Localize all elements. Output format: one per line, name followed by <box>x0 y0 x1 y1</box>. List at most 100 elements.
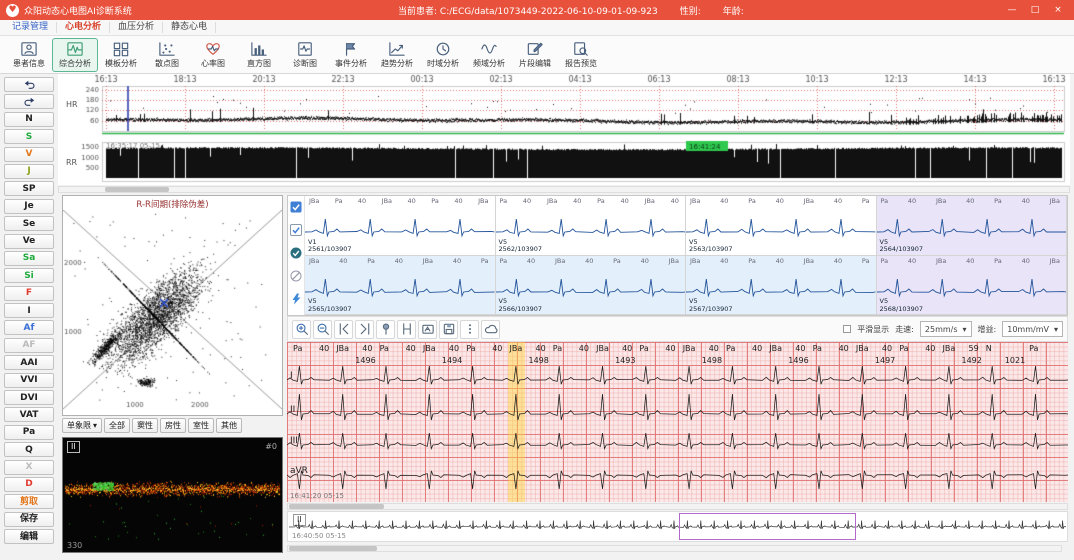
template-cell[interactable]: JBa40Pa40JBa40PaV52565/103907 <box>305 256 496 316</box>
tool-histogram[interactable]: 直方图 <box>236 38 282 72</box>
tool-freq-domain[interactable]: 频域分析 <box>466 38 512 72</box>
tool-template[interactable]: 模板分析 <box>98 38 144 72</box>
template-annotations: JBa40Pa40JBa40Pa <box>686 256 876 265</box>
beat-type-button-Se[interactable]: Se <box>4 216 54 231</box>
event-icon <box>342 41 360 57</box>
zoom-out-button[interactable] <box>313 320 332 339</box>
beat-type-button-S[interactable]: S <box>4 129 54 144</box>
tool-scatter[interactable]: 散点图 <box>144 38 190 72</box>
beat-type-button-SP[interactable]: SP <box>4 181 54 196</box>
beat-type-button-J[interactable]: J <box>4 164 54 179</box>
close-button[interactable]: × <box>1048 3 1068 17</box>
template-tool-circle-check[interactable] <box>290 247 302 262</box>
color-spectrogram[interactable] <box>63 438 282 552</box>
tool-diagnosis[interactable]: 诊断图 <box>282 38 328 72</box>
save-button[interactable] <box>439 320 458 339</box>
template-cell[interactable]: Pa40JBa40Pa40JBaV52568/103907 <box>877 256 1068 316</box>
speed-select[interactable]: 25mm/s ▾ <box>920 321 972 337</box>
filter-button-窦性[interactable]: 窦性 <box>132 418 158 433</box>
beat-type-button-Si[interactable]: Si <box>4 268 54 283</box>
beat-type-button-X[interactable]: X <box>4 460 54 475</box>
template-tool-checkbox[interactable] <box>290 224 302 239</box>
top-charts-scrollbar[interactable] <box>58 186 1070 193</box>
beat-type-button-Sa[interactable]: Sa <box>4 251 54 266</box>
beat-type-button-编辑[interactable]: 编辑 <box>4 529 54 544</box>
tool-report-preview[interactable]: 报告预览 <box>558 38 604 72</box>
tool-comprehensive[interactable]: 综合分析 <box>52 38 98 72</box>
quadrant-select[interactable]: 单象限▾ <box>62 418 102 433</box>
beat-type-button-剪取[interactable]: 剪取 <box>4 494 54 509</box>
smooth-display-checkbox[interactable] <box>843 325 851 333</box>
menu-tab-记录管理[interactable]: 记录管理 <box>4 22 57 33</box>
beat-type-button-I[interactable]: I <box>4 303 54 318</box>
redo-arrow-button[interactable] <box>4 94 54 109</box>
beat-type-button-Je[interactable]: Je <box>4 199 54 214</box>
annotation-token: 40 <box>523 197 531 205</box>
beat-type-button-D[interactable]: D <box>4 477 54 492</box>
filter-button-其他[interactable]: 其他 <box>216 418 242 433</box>
template-cell[interactable]: JBaPa40JBa40Pa40JBaV12561/103907 <box>305 196 496 256</box>
template-cell[interactable]: Pa40JBa40Pa40JBaV52564/103907 <box>877 196 1068 256</box>
beat-type-button-N[interactable]: N <box>4 112 54 127</box>
gain-select[interactable]: 10mm/mV ▾ <box>1002 321 1063 337</box>
menu-tab-血压分析[interactable]: 血压分析 <box>110 22 163 33</box>
menu-tab-心电分析[interactable]: 心电分析 <box>57 22 110 33</box>
minimize-button[interactable]: — <box>1002 3 1022 17</box>
page-last-button[interactable] <box>355 320 374 339</box>
template-cell[interactable]: Pa40JBa40Pa40JBaV52566/103907 <box>496 256 687 316</box>
cloud-button[interactable] <box>481 320 500 339</box>
page-last-icon <box>358 322 372 336</box>
beat-type-button-Pa[interactable]: Pa <box>4 425 54 440</box>
template-tool-lightning[interactable] <box>290 293 302 308</box>
rhythm-selection-box[interactable] <box>679 513 856 540</box>
segment-edit-icon <box>526 41 544 57</box>
beat-type-button-保存[interactable]: 保存 <box>4 512 54 527</box>
ecg-scroll-thumb[interactable] <box>289 504 384 509</box>
caliper-button[interactable] <box>397 320 416 339</box>
maximize-button[interactable]: □ <box>1025 3 1045 17</box>
ecg-leads-view[interactable]: 16:41:20 05-15 Pa40JBa40Pa40JBa40Pa40JBa… <box>287 342 1068 502</box>
annotate-button[interactable] <box>418 320 437 339</box>
template-cell[interactable]: Pa40JBa40Pa40JBa40V52562/103907 <box>496 196 687 256</box>
tool-segment-edit[interactable]: 片段编辑 <box>512 38 558 72</box>
filter-button-室性[interactable]: 室性 <box>188 418 214 433</box>
beat-type-button-Q[interactable]: Q <box>4 442 54 457</box>
rhythm-scroll-thumb[interactable] <box>289 546 377 551</box>
beat-type-button-DVI[interactable]: DVI <box>4 390 54 405</box>
beat-type-button-Af[interactable]: Af <box>4 320 54 335</box>
beat-type-button-Ve[interactable]: Ve <box>4 234 54 249</box>
pin-button[interactable] <box>376 320 395 339</box>
beat-type-button-VVI[interactable]: VVI <box>4 373 54 388</box>
tool-event[interactable]: 事件分析 <box>328 38 374 72</box>
rhythm-scrollbar[interactable] <box>287 545 1062 552</box>
template-cell[interactable]: JBa40Pa40JBa40PaV52567/103907 <box>686 256 877 316</box>
cloud-icon <box>484 322 498 336</box>
template-cell[interactable]: JBa40Pa40JBa40PaV52563/103907 <box>686 196 877 256</box>
beat-type-button-AAI[interactable]: AAI <box>4 355 54 370</box>
zoom-in-button[interactable] <box>292 320 311 339</box>
page-first-button[interactable] <box>334 320 353 339</box>
more-button[interactable] <box>460 320 479 339</box>
beat-type-button-F[interactable]: F <box>4 286 54 301</box>
rhythm-strip[interactable]: II 16:40:50 05-15 <box>287 511 1068 542</box>
tool-trend[interactable]: 趋势分析 <box>374 38 420 72</box>
beat-type-button-V[interactable]: V <box>4 147 54 162</box>
filter-button-全部[interactable]: 全部 <box>104 418 130 433</box>
template-tool-circle-slash[interactable] <box>290 270 302 285</box>
hr-trend-chart[interactable] <box>58 74 1070 140</box>
undo-arrow-button[interactable] <box>4 77 54 92</box>
rr-tachogram-chart[interactable] <box>58 140 1070 185</box>
tool-heart-rate[interactable]: 心率图 <box>190 38 236 72</box>
poincare-scatter-plot[interactable] <box>63 210 282 410</box>
tool-time-domain[interactable]: 时域分析 <box>420 38 466 72</box>
filter-button-房性[interactable]: 房性 <box>160 418 186 433</box>
beat-type-button-VAT[interactable]: VAT <box>4 407 54 422</box>
top-charts-scroll-thumb[interactable] <box>105 187 169 192</box>
annotation-token: JBa <box>690 257 700 265</box>
menu-tab-静态心电[interactable]: 静态心电 <box>163 22 216 33</box>
annotation-token: 40 <box>908 197 916 205</box>
beat-type-button-AF[interactable]: AF <box>4 338 54 353</box>
tool-patient-info[interactable]: 患者信息 <box>6 38 52 72</box>
template-tool-checkbox-checked[interactable] <box>290 201 302 216</box>
ecg-horizontal-scrollbar[interactable] <box>287 503 1068 510</box>
